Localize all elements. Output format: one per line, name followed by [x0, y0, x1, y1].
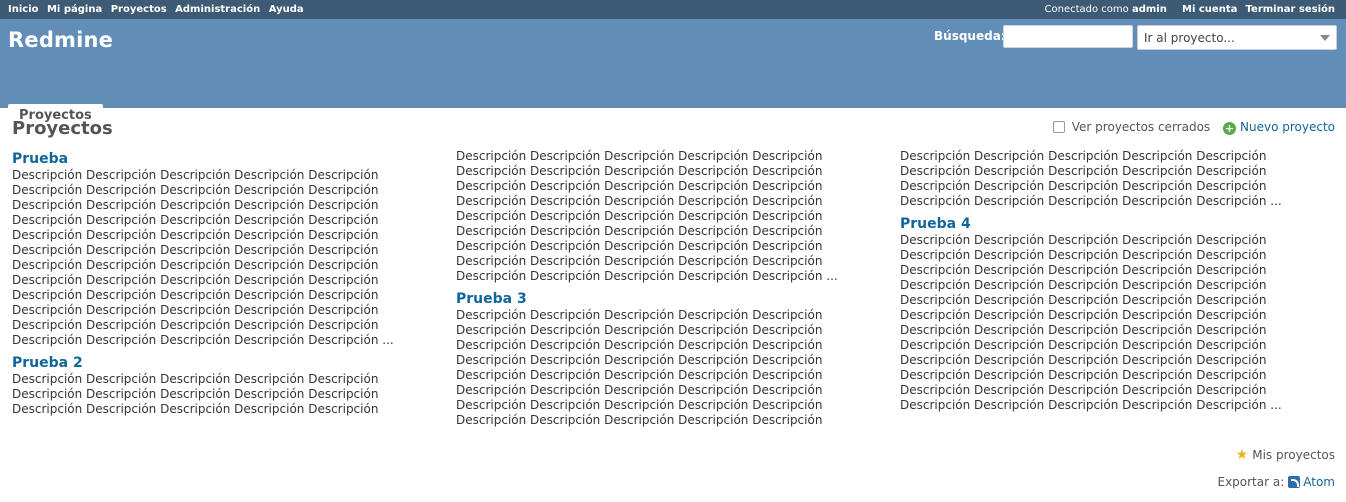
projects-column-3: Descripción Descripción Descripción Desc…	[900, 149, 1340, 419]
top-link-mi-pagina[interactable]: Mi página	[47, 4, 102, 15]
project-link[interactable]: Prueba 3	[456, 290, 896, 308]
project-item: Prueba 4 Descripción Descripción Descrip…	[900, 215, 1340, 413]
logout-link[interactable]: Terminar sesión	[1246, 4, 1335, 15]
star-icon: ★	[1235, 447, 1249, 463]
chevron-down-icon	[1320, 35, 1330, 41]
my-projects: ★ Mis proyectos	[1236, 447, 1335, 463]
project-description: Descripción Descripción Descripción Desc…	[12, 372, 379, 416]
content: Proyectos Ver proyectos cerrados + Nuevo …	[0, 108, 1346, 502]
my-account-link[interactable]: Mi cuenta	[1182, 4, 1237, 15]
project-description: Descripción Descripción Descripción Desc…	[456, 149, 838, 283]
project-link[interactable]: Prueba 4	[900, 215, 1340, 233]
show-closed-checkbox[interactable]	[1052, 121, 1065, 133]
search-label: Búsqueda:	[934, 29, 1006, 43]
project-description: Descripción Descripción Descripción Desc…	[456, 308, 823, 427]
project-item: Prueba 3 Descripción Descripción Descrip…	[456, 290, 896, 428]
page-title: Proyectos	[12, 118, 113, 139]
project-description: Descripción Descripción Descripción Desc…	[900, 233, 1282, 412]
show-closed-label[interactable]: Ver proyectos cerrados	[1072, 120, 1210, 134]
project-item: Prueba Descripción Descripción Descripci…	[12, 150, 452, 348]
my-projects-label: Mis proyectos	[1252, 448, 1335, 462]
new-project-link[interactable]: Nuevo proyecto	[1240, 120, 1335, 134]
project-item-continued: Descripción Descripción Descripción Desc…	[456, 149, 896, 284]
top-menu-left: Inicio Mi página Proyectos Administració…	[8, 4, 309, 15]
top-link-proyectos[interactable]: Proyectos	[111, 4, 167, 15]
top-link-inicio[interactable]: Inicio	[8, 4, 39, 15]
project-link[interactable]: Prueba 2	[12, 354, 452, 372]
project-item: Prueba 2 Descripción Descripción Descrip…	[12, 354, 452, 417]
project-description: Descripción Descripción Descripción Desc…	[900, 149, 1282, 208]
export-links: Exportar a: Atom	[1217, 475, 1335, 489]
top-link-ayuda[interactable]: Ayuda	[269, 4, 304, 15]
logged-user-link[interactable]: admin	[1132, 4, 1167, 15]
project-jump-placeholder: Ir al proyecto...	[1144, 31, 1235, 45]
project-jump-select[interactable]: Ir al proyecto...	[1137, 25, 1337, 50]
logged-as-label: Conectado como	[1044, 4, 1129, 15]
top-menu: Inicio Mi página Proyectos Administració…	[0, 0, 1346, 19]
contextual-actions: Ver proyectos cerrados + Nuevo proyecto	[1052, 120, 1335, 135]
projects-column-2: Descripción Descripción Descripción Desc…	[456, 149, 896, 434]
top-menu-right: Conectado como admin Mi cuenta Terminar …	[1045, 4, 1336, 15]
header: Redmine Búsqueda: Ir al proyecto... Proy…	[0, 19, 1346, 127]
atom-link[interactable]: Atom	[1303, 475, 1335, 489]
project-item-continued: Descripción Descripción Descripción Desc…	[900, 149, 1340, 209]
export-label: Exportar a:	[1217, 475, 1285, 489]
search-input[interactable]	[1003, 25, 1133, 48]
top-link-administracion[interactable]: Administración	[175, 4, 260, 15]
projects-column-1: Prueba Descripción Descripción Descripci…	[12, 150, 452, 423]
add-icon: +	[1223, 122, 1237, 135]
app-title: Redmine	[8, 28, 114, 52]
project-link[interactable]: Prueba	[12, 150, 452, 168]
project-description: Descripción Descripción Descripción Desc…	[12, 168, 394, 347]
feed-icon	[1288, 476, 1301, 488]
